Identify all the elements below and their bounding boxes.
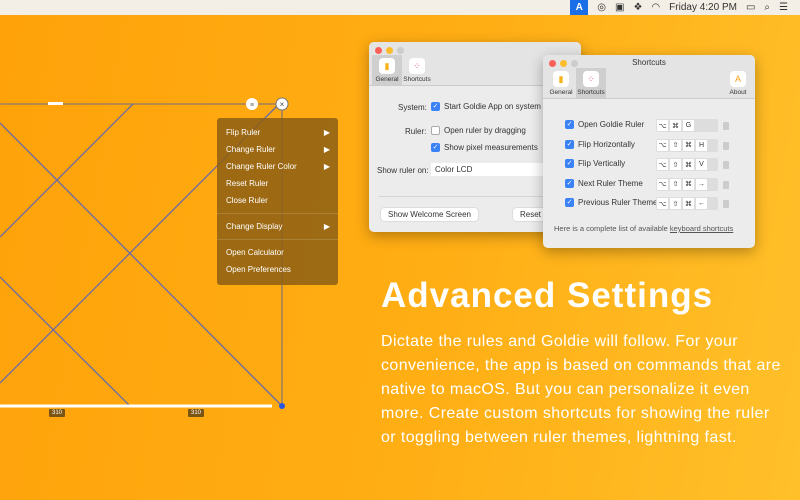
show-ruler-on-label: Show ruler on: <box>377 166 429 175</box>
system-label: System: <box>398 103 427 112</box>
svg-text:×: × <box>280 100 285 109</box>
submenu-arrow-icon: ▶ <box>323 145 330 154</box>
key-cap: ⌘ <box>683 198 694 209</box>
shortcut-checkbox[interactable]: ✓ <box>565 198 574 207</box>
menu-item-change-ruler-color[interactable]: Change Ruler Color ▶ <box>217 158 338 175</box>
key-cap: ⌥ <box>657 198 668 209</box>
general-icon: ▮ <box>379 58 395 74</box>
tab-general[interactable]: ▮ General <box>372 55 402 85</box>
zoom-button[interactable] <box>397 47 404 54</box>
submenu-arrow-icon: ▶ <box>323 162 330 171</box>
shortcut-label: Previous Ruler Theme <box>578 198 658 207</box>
shortcut-recorder[interactable]: ⌥ ⇧ ⌘ H <box>656 138 718 152</box>
shortcut-label: Flip Horizontally <box>578 139 635 149</box>
shortcut-row: ✓ Flip Vertically <box>565 159 625 168</box>
key-cap: ⇧ <box>670 198 681 209</box>
shortcuts-icon: ⁘ <box>409 58 425 74</box>
key-cap: H <box>696 139 707 151</box>
trash-icon[interactable] <box>723 122 729 130</box>
shortcut-row: ✓ Next Ruler Theme <box>565 178 643 188</box>
key-cap: ⌥ <box>657 120 668 131</box>
open-by-dragging-checkbox[interactable]: Open ruler by dragging <box>431 126 526 136</box>
trash-icon[interactable] <box>723 180 729 189</box>
svg-text:≡: ≡ <box>250 102 254 109</box>
key-cap: ← <box>696 198 707 209</box>
ruler-label: Ruler: <box>405 127 427 136</box>
minimize-button[interactable] <box>386 47 393 54</box>
shortcut-row: ✓ Previous Ruler Theme <box>565 198 657 207</box>
width-measurement: 310 <box>49 409 66 417</box>
menu-item-change-ruler[interactable]: Change Ruler ▶ <box>217 141 338 158</box>
menu-separator <box>217 213 338 214</box>
tab-general[interactable]: ▮ General <box>546 68 576 98</box>
context-menu: Flip Ruler ▶ Change Ruler ▶ Change Ruler C… <box>217 118 338 285</box>
close-button[interactable] <box>375 47 382 54</box>
key-cap: ⌘ <box>683 159 694 170</box>
menu-item-change-display[interactable]: Change Display ▶ <box>217 218 338 235</box>
submenu-arrow-icon: ▶ <box>323 222 330 231</box>
shortcut-label: Next Ruler Theme <box>578 178 643 188</box>
key-cap: ⌘ <box>683 178 694 190</box>
key-cap: ⌥ <box>657 159 668 170</box>
start-on-system-checkbox[interactable]: ✓ Start Goldie App on system st <box>431 102 549 112</box>
key-cap: ⌥ <box>657 139 668 151</box>
footer-text: Here is a complete list of available key… <box>554 224 734 233</box>
ruler-settings-icon[interactable]: ≡ <box>246 98 258 110</box>
key-cap: ⌥ <box>657 178 668 190</box>
menu-item-open-calculator[interactable]: Open Calculator <box>217 244 338 261</box>
key-cap: ⌘ <box>683 139 694 151</box>
menu-item-reset-ruler[interactable]: Reset Ruler <box>217 175 338 192</box>
trash-icon[interactable] <box>723 141 729 150</box>
key-cap: ⇧ <box>670 159 681 170</box>
shortcuts-icon: ⁘ <box>583 71 599 87</box>
shortcut-label: Flip Vertically <box>578 159 626 168</box>
shortcut-recorder[interactable]: ⌥ ⌘ G <box>656 119 718 132</box>
key-cap: ⌘ <box>670 120 681 131</box>
key-cap: ⇧ <box>670 178 681 190</box>
menu-item-open-preferences[interactable]: Open Preferences <box>217 261 338 278</box>
trash-icon[interactable] <box>723 200 729 208</box>
shortcuts-preferences-window: ▮ General ⁘ Shortcuts A About Shortcuts ✓ Op… <box>543 55 755 248</box>
key-cap: → <box>696 178 707 190</box>
key-cap: ⇧ <box>670 139 681 151</box>
menu-separator <box>217 239 338 240</box>
menu-item-flip-ruler[interactable]: Flip Ruler ▶ <box>217 124 338 141</box>
height-measurement: 310 <box>188 409 205 417</box>
tab-about[interactable]: A About <box>723 68 753 98</box>
shortcut-checkbox[interactable]: ✓ <box>565 139 574 149</box>
close-icon[interactable]: × <box>275 97 289 111</box>
description: Dictate the rules and Goldie will follow… <box>381 333 781 446</box>
shortcut-checkbox[interactable]: ✓ <box>565 178 574 188</box>
shortcut-recorder[interactable]: ⌥ ⇧ ⌘ → <box>656 177 718 191</box>
shortcut-checkbox[interactable]: ✓ <box>565 159 574 168</box>
shortcut-recorder[interactable]: ⌥ ⇧ ⌘ ← <box>656 197 718 210</box>
tab-shortcuts[interactable]: ⁘ Shortcuts <box>402 55 432 85</box>
window-title: Shortcuts <box>632 58 666 67</box>
shortcut-row: ✓ Open Goldie Ruler <box>565 120 644 129</box>
headline: Advanced Settings <box>381 276 714 315</box>
trash-icon[interactable] <box>723 161 729 169</box>
key-cap: V <box>696 159 707 170</box>
tab-shortcuts[interactable]: ⁘ Shortcuts <box>576 68 606 98</box>
resize-handle[interactable] <box>279 403 285 409</box>
show-pixel-measurements-checkbox[interactable]: ✓ Show pixel measurements <box>431 143 538 153</box>
menu-item-close-ruler[interactable]: Close Ruler <box>217 192 338 209</box>
shortcut-row: ✓ Flip Horizontally <box>565 139 635 149</box>
goldie-logo-icon: A <box>730 71 746 87</box>
show-welcome-screen-button[interactable]: Show Welcome Screen <box>381 208 478 221</box>
submenu-arrow-icon: ▶ <box>323 128 330 137</box>
shortcut-recorder[interactable]: ⌥ ⇧ ⌘ V <box>656 158 718 171</box>
shortcut-checkbox[interactable]: ✓ <box>565 120 574 129</box>
key-cap: G <box>683 120 694 131</box>
general-icon: ▮ <box>553 71 569 87</box>
keyboard-shortcuts-link[interactable]: keyboard shortcuts <box>670 224 733 233</box>
shortcut-label: Open Goldie Ruler <box>578 120 645 129</box>
